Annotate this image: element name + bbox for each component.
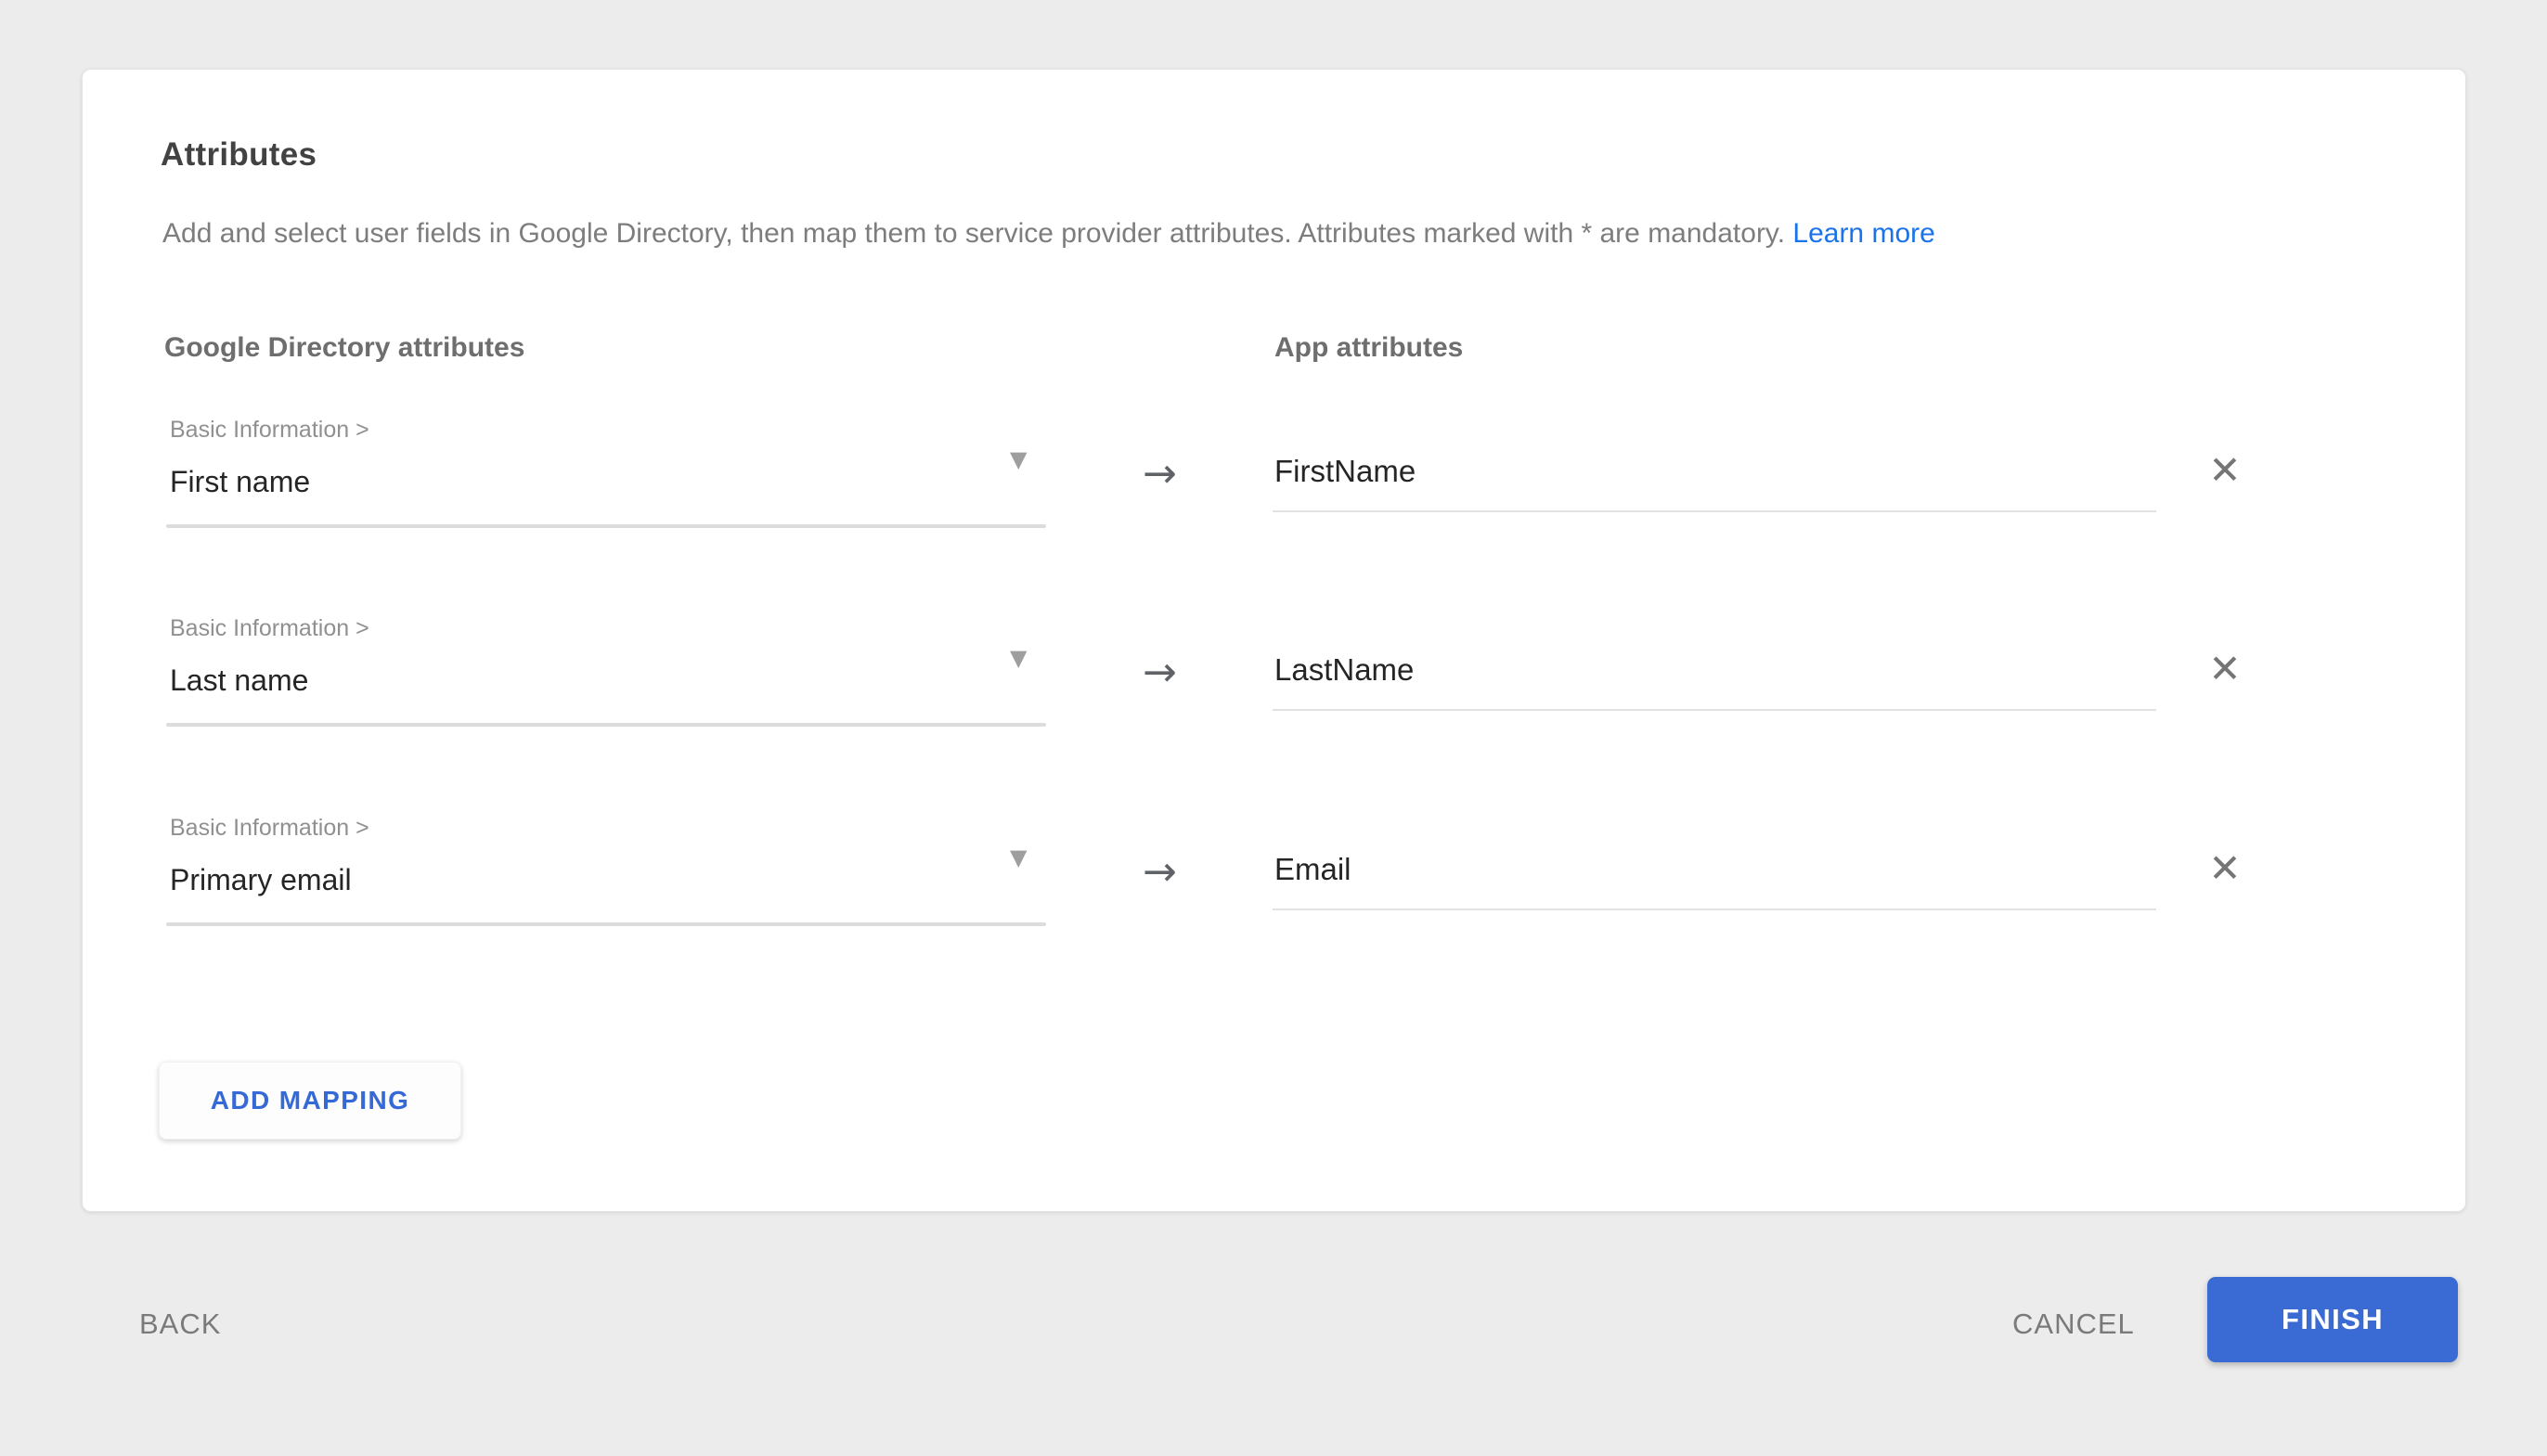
directory-attribute-select[interactable]: Basic Information > Last name ▼ [164, 610, 1048, 735]
directory-attribute-value: Last name [170, 664, 308, 698]
arrow-right-icon: → [1143, 450, 1177, 497]
attribute-category-label: Basic Information > [170, 615, 369, 642]
directory-attribute-value: First name [170, 465, 310, 499]
select-underline [166, 723, 1046, 727]
mapping-row: Basic Information > Last name ▼ → ✕ [83, 615, 2467, 815]
attribute-category-label: Basic Information > [170, 815, 369, 842]
app-attribute-input[interactable] [1274, 848, 2158, 891]
mapping-row: Basic Information > Primary email ▼ → ✕ [83, 815, 2467, 1014]
app-attribute-input[interactable] [1274, 450, 2158, 493]
close-icon: ✕ [2208, 646, 2241, 691]
directory-attribute-select[interactable]: Basic Information > Primary email ▼ [164, 809, 1048, 934]
select-underline [166, 922, 1046, 926]
input-underline [1273, 510, 2156, 512]
column-header-google-directory: Google Directory attributes [164, 332, 524, 364]
app-attribute-input[interactable] [1274, 649, 2158, 691]
chevron-down-icon: ▼ [1010, 645, 1027, 671]
remove-mapping-button[interactable]: ✕ [2195, 639, 2255, 699]
input-underline [1273, 709, 2156, 711]
select-underline [166, 524, 1046, 528]
page-title: Attributes [161, 136, 317, 174]
mapping-row: Basic Information > First name ▼ → ✕ [83, 417, 2467, 616]
add-mapping-button[interactable]: ADD MAPPING [159, 1062, 461, 1140]
close-icon: ✕ [2208, 447, 2241, 493]
description-body: Add and select user fields in Google Dir… [162, 218, 1785, 249]
chevron-down-icon: ▼ [1010, 446, 1027, 472]
back-button[interactable]: BACK [139, 1290, 221, 1359]
remove-mapping-button[interactable]: ✕ [2195, 441, 2255, 500]
column-header-app-attributes: App attributes [1274, 332, 1463, 364]
arrow-right-icon: → [1143, 649, 1177, 696]
input-underline [1273, 908, 2156, 910]
close-icon: ✕ [2208, 845, 2241, 891]
learn-more-link[interactable]: Learn more [1792, 218, 1934, 249]
directory-attribute-value: Primary email [170, 863, 352, 897]
remove-mapping-button[interactable]: ✕ [2195, 839, 2255, 898]
attribute-category-label: Basic Information > [170, 417, 369, 444]
cancel-button[interactable]: CANCEL [2012, 1290, 2135, 1359]
chevron-down-icon: ▼ [1010, 844, 1027, 870]
directory-attribute-select[interactable]: Basic Information > First name ▼ [164, 411, 1048, 536]
description-text: Add and select user fields in Google Dir… [162, 218, 1935, 250]
attributes-card: Attributes Add and select user fields in… [82, 69, 2466, 1212]
finish-button[interactable]: FINISH [2207, 1277, 2458, 1362]
wizard-footer: BACK CANCEL FINISH [0, 1212, 2547, 1456]
arrow-right-icon: → [1143, 848, 1177, 896]
